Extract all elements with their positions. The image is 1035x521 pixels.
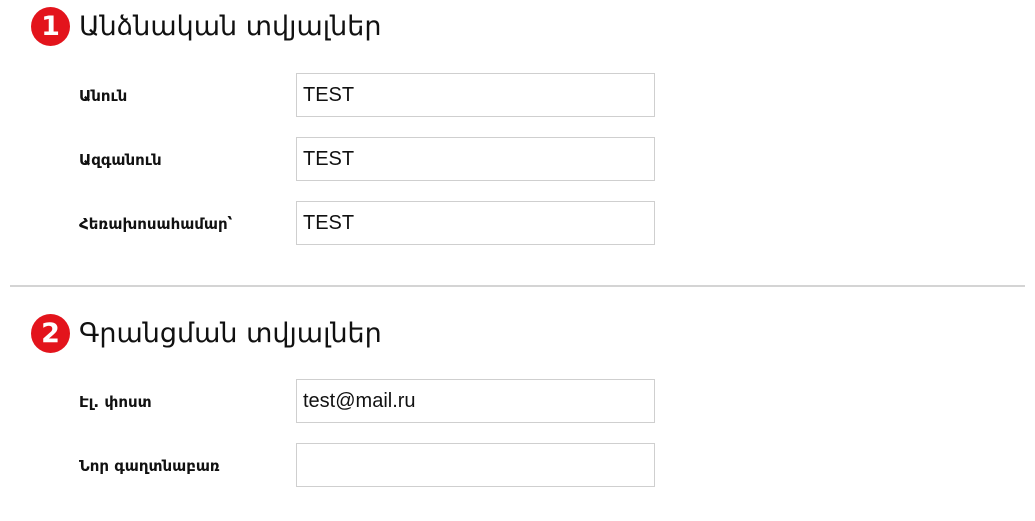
section-title: Գրանցման տվյալներ xyxy=(79,317,382,349)
phone-label: Հեռախոսահամար՝ xyxy=(79,215,233,233)
section-personal-data-header: 1 Անձնական տվյալներ xyxy=(31,6,381,46)
section-title: Անձնական տվյալներ xyxy=(79,10,382,42)
step-number-badge: 2 xyxy=(31,313,70,353)
form-row-first-name: Անուն xyxy=(0,73,1035,118)
step-number-badge: 1 xyxy=(31,6,70,46)
form-row-new-password: Նոր գաղտնաբառ xyxy=(0,443,1035,488)
phone-input[interactable] xyxy=(296,201,655,245)
last-name-input[interactable] xyxy=(296,137,655,181)
form-row-last-name: Ազգանուն xyxy=(0,137,1035,182)
section-divider xyxy=(10,285,1025,287)
new-password-input[interactable] xyxy=(296,443,655,487)
email-input[interactable] xyxy=(296,379,655,423)
email-label: Էլ. փոստ xyxy=(79,393,152,411)
new-password-label: Նոր գաղտնաբառ xyxy=(79,457,220,475)
last-name-label: Ազգանուն xyxy=(79,151,162,169)
section-registration-data-header: 2 Գրանցման տվյալներ xyxy=(31,313,382,353)
form-row-phone: Հեռախոսահամար՝ xyxy=(0,201,1035,246)
first-name-label: Անուն xyxy=(79,87,128,105)
form-row-email: Էլ. փոստ xyxy=(0,379,1035,424)
first-name-input[interactable] xyxy=(296,73,655,117)
